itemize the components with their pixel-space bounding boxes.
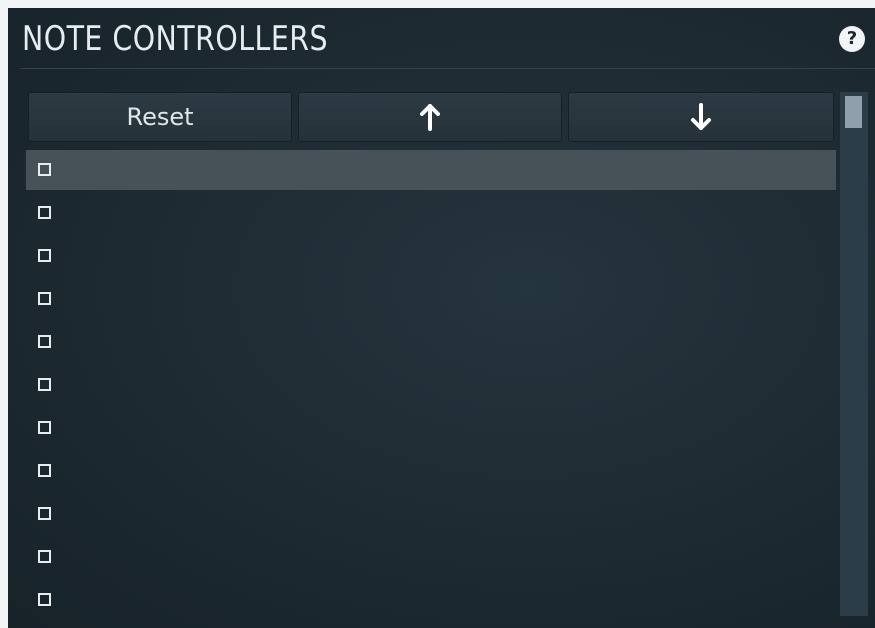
- list-item[interactable]: [26, 322, 836, 365]
- controller-checkbox[interactable]: [38, 335, 51, 348]
- arrow-down-icon: [691, 103, 711, 130]
- list-item[interactable]: [26, 236, 836, 279]
- list-item[interactable]: [26, 580, 836, 623]
- controller-checkbox[interactable]: [38, 507, 51, 520]
- reset-button[interactable]: Reset: [28, 92, 292, 142]
- controller-checkbox[interactable]: [38, 550, 51, 563]
- controller-checkbox[interactable]: [38, 163, 51, 176]
- list-item[interactable]: [26, 451, 836, 494]
- panel-title: NOTE CONTROLLERS: [22, 19, 329, 59]
- move-down-button[interactable]: [568, 92, 834, 142]
- help-button[interactable]: ?: [839, 26, 865, 52]
- controller-checkbox[interactable]: [38, 378, 51, 391]
- controller-list: [26, 150, 836, 623]
- arrow-up-icon: [420, 104, 440, 131]
- list-item[interactable]: [26, 279, 836, 322]
- note-controllers-panel: NOTE CONTROLLERS ? Reset: [8, 8, 875, 628]
- title-divider: [20, 68, 875, 69]
- move-up-button[interactable]: [298, 92, 562, 142]
- controller-checkbox[interactable]: [38, 464, 51, 477]
- list-scrollbar[interactable]: [840, 92, 868, 616]
- list-item[interactable]: [26, 537, 836, 580]
- controller-checkbox[interactable]: [38, 593, 51, 606]
- list-item[interactable]: [26, 408, 836, 451]
- list-item[interactable]: [26, 150, 836, 190]
- scrollbar-thumb[interactable]: [845, 96, 862, 128]
- controller-checkbox[interactable]: [38, 206, 51, 219]
- controller-checkbox[interactable]: [38, 249, 51, 262]
- controller-checkbox[interactable]: [38, 421, 51, 434]
- list-item[interactable]: [26, 494, 836, 537]
- controller-checkbox[interactable]: [38, 292, 51, 305]
- list-item[interactable]: [26, 365, 836, 408]
- list-item[interactable]: [26, 193, 836, 236]
